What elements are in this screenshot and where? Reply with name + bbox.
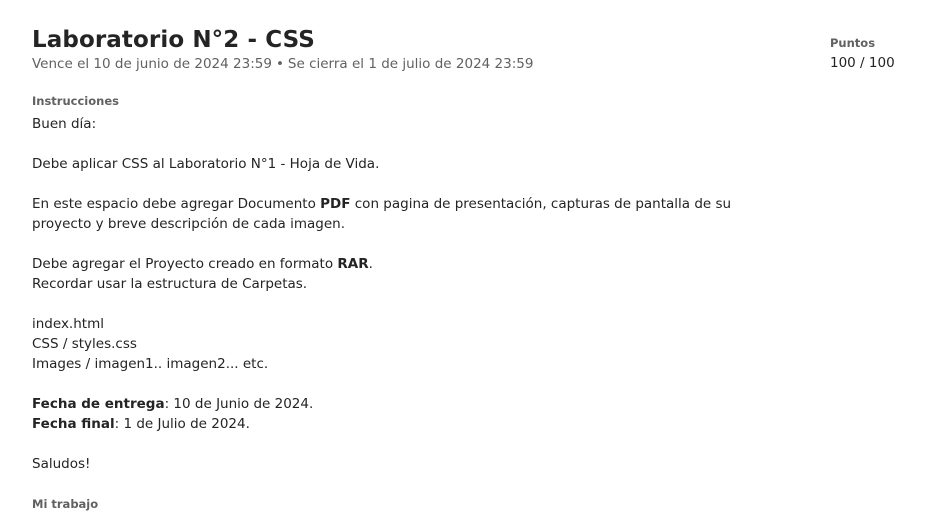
instructions-body: Buen día: Debe aplicar CSS al Laboratori… [32, 114, 792, 494]
entrega-label: Fecha de entrega [32, 396, 165, 412]
instructions-bold-text: PDF [320, 196, 351, 212]
final-value: : 1 de Julio de 2024. [114, 416, 250, 432]
assignment-title: Laboratorio N°2 - CSS [32, 27, 315, 53]
instructions-text: . [368, 256, 373, 272]
instructions-closing: Saludos! [32, 456, 91, 472]
instructions-paragraph: En este espacio debe agregar Documento P… [32, 194, 792, 234]
instructions-text: En este espacio debe agregar Documento [32, 196, 321, 212]
file-structure-list: index.html CSS / styles.css Images / image… [32, 314, 792, 374]
assignment-dates: Vence el 10 de junio de 2024 23:59 • Se ci… [32, 56, 533, 72]
instructions-text: Recordar usar la estructura de Carpetas. [32, 276, 308, 292]
instructions-paragraph: Debe aplicar CSS al Laboratorio N°1 - Ho… [32, 156, 380, 172]
instructions-bold-text: RAR [337, 256, 369, 272]
final-label: Fecha final [32, 416, 115, 432]
entrega-value: : 10 de Junio de 2024. [164, 396, 314, 412]
instructions-paragraph: Debe agregar el Proyecto creado en forma… [32, 254, 792, 294]
due-date: Vence el 10 de junio de 2024 23:59 [32, 56, 272, 72]
instructions-greeting: Buen día: [32, 116, 97, 132]
my-work-label: Mi trabajo [32, 497, 99, 511]
file-structure-item: index.html [32, 316, 104, 332]
instructions-label: Instrucciones [32, 94, 119, 108]
instructions-text: Debe agregar el Proyecto creado en forma… [32, 256, 338, 272]
points-label: Puntos [830, 36, 876, 50]
file-structure-item: Images / imagen1.. imagen2... etc. [32, 356, 269, 372]
deadline-info: Fecha de entrega: 10 de Junio de 2024. Fe… [32, 394, 792, 434]
file-structure-item: CSS / styles.css [32, 336, 137, 352]
close-date: Se cierra el 1 de julio de 2024 23:59 [287, 56, 534, 72]
date-separator: • [275, 56, 284, 72]
points-value: 100 / 100 [830, 55, 895, 71]
